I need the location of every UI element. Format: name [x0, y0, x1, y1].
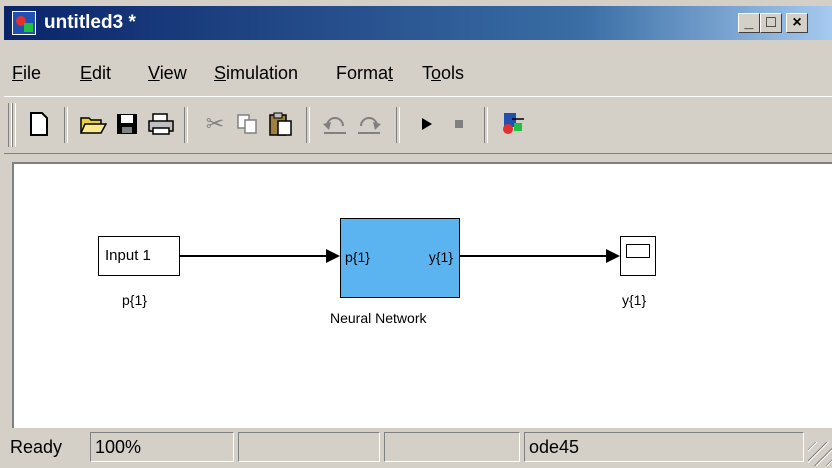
- start-simulation-button[interactable]: [412, 109, 442, 139]
- new-icon: [30, 112, 48, 136]
- status-pane-1: [238, 432, 380, 462]
- toolbar-separator: [64, 107, 68, 143]
- undo-button[interactable]: [320, 109, 350, 139]
- menu-format[interactable]: Format: [336, 58, 393, 88]
- window-title: untitled3 *: [44, 12, 136, 33]
- menu-tools[interactable]: Tools: [422, 58, 464, 88]
- title-bar[interactable]: untitled3 * _ □ ×: [4, 6, 832, 40]
- arrowhead-icon: [326, 249, 340, 263]
- resize-grip-icon[interactable]: [808, 442, 832, 466]
- toolbar-separator: [484, 107, 488, 143]
- menu-edit[interactable]: Edit: [80, 58, 111, 88]
- copy-button[interactable]: [232, 109, 262, 139]
- solver-pane: ode45: [524, 432, 804, 462]
- minimize-button[interactable]: _: [738, 13, 760, 33]
- toolbar-grip[interactable]: [12, 103, 16, 147]
- inport-label[interactable]: p{1}: [122, 292, 147, 308]
- cut-button[interactable]: ✂: [200, 109, 230, 139]
- start-simulation-icon: [422, 118, 432, 130]
- save-button[interactable]: [112, 109, 142, 139]
- stop-simulation-button[interactable]: [444, 109, 474, 139]
- minimize-icon: _: [744, 14, 754, 31]
- toolbar: ✂: [4, 96, 832, 154]
- copy-icon: [237, 114, 257, 134]
- menu-simulation[interactable]: Simulation: [214, 58, 298, 88]
- save-icon: [117, 114, 137, 134]
- status-pane-2: [384, 432, 520, 462]
- open-button[interactable]: [78, 109, 108, 139]
- library-browser-icon: [503, 113, 524, 134]
- simulink-model-window: untitled3 * _ □ × File Edit View Simulat…: [0, 0, 832, 468]
- inport-block[interactable]: Input 1: [98, 236, 180, 276]
- nn-input-port-label: p{1}: [345, 249, 370, 265]
- simulink-model-icon[interactable]: [12, 11, 36, 35]
- inport-block-text: Input 1: [105, 247, 151, 264]
- zoom-pane: 100%: [90, 432, 234, 462]
- maximize-icon: □: [766, 14, 776, 31]
- arrowhead-icon: [606, 249, 620, 263]
- toolbar-separator: [184, 107, 188, 143]
- open-icon: [79, 117, 107, 134]
- maximize-button[interactable]: □: [760, 13, 782, 33]
- paste-button[interactable]: [266, 109, 296, 139]
- menu-file[interactable]: File: [12, 58, 41, 88]
- new-button[interactable]: [24, 109, 54, 139]
- undo-icon: [323, 117, 346, 134]
- model-canvas[interactable]: Input 1 p{1} p{1} y{1} Neural Network y{…: [12, 162, 832, 428]
- status-bar: Ready 100% ode45: [4, 430, 832, 468]
- library-browser-button[interactable]: [498, 109, 528, 139]
- redo-icon: [358, 117, 381, 134]
- scope-label[interactable]: y{1}: [622, 292, 646, 308]
- toolbar-separator: [396, 107, 400, 143]
- close-button[interactable]: ×: [786, 13, 808, 33]
- scope-block[interactable]: [620, 236, 656, 276]
- scope-icon: [626, 244, 650, 258]
- nn-output-port-label: y{1}: [428, 249, 453, 265]
- cut-icon: ✂: [205, 111, 225, 136]
- stop-simulation-icon: [455, 120, 463, 128]
- menu-view[interactable]: View: [148, 58, 187, 88]
- print-button[interactable]: [146, 109, 176, 139]
- print-icon: [148, 113, 174, 135]
- menu-bar: File Edit View Simulation Format Tools: [4, 58, 832, 88]
- paste-icon: [269, 112, 292, 136]
- neural-network-label[interactable]: Neural Network: [330, 310, 426, 326]
- toolbar-separator: [306, 107, 310, 143]
- redo-button[interactable]: [354, 109, 384, 139]
- neural-network-block[interactable]: p{1} y{1}: [340, 218, 460, 298]
- status-state: Ready: [10, 437, 63, 457]
- close-icon: ×: [792, 14, 802, 31]
